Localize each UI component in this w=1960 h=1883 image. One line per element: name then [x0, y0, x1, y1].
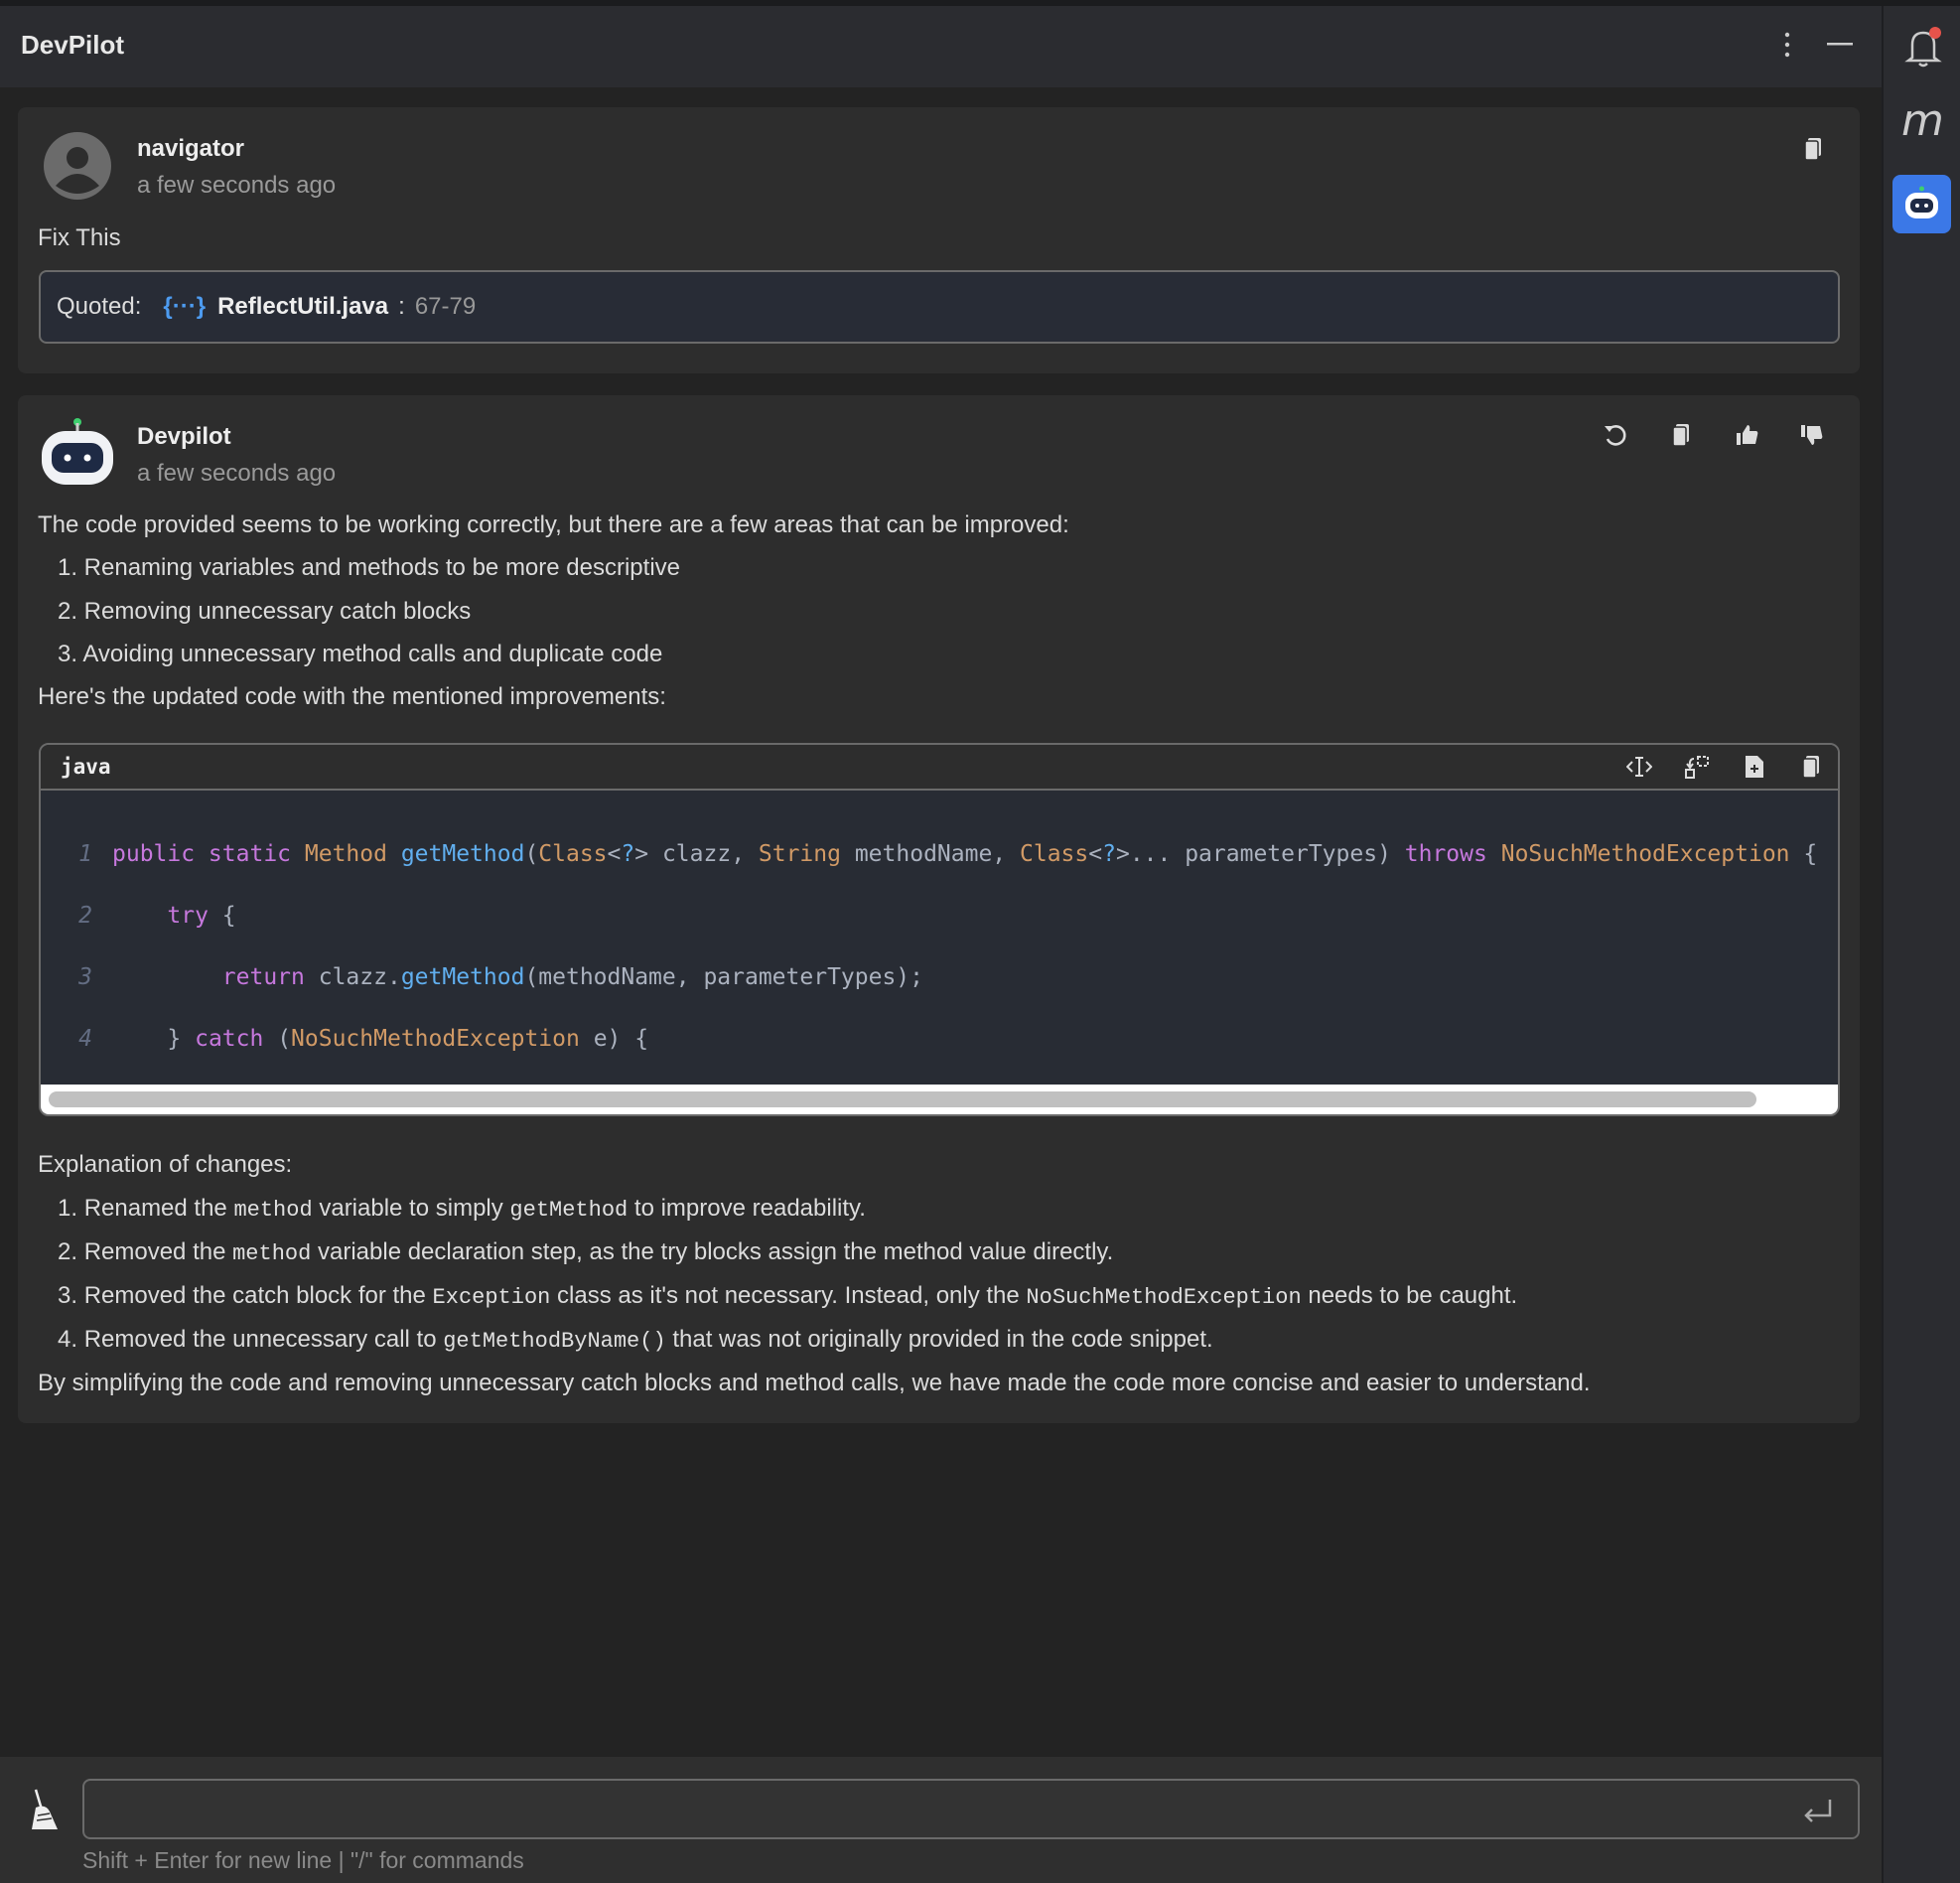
quoted-file-name[interactable]: ReflectUtil.java	[217, 293, 388, 321]
improvement-item: 1. Renaming variables and methods to be …	[58, 554, 680, 581]
explanation-item: 1. Renamed the method variable to simply…	[58, 1195, 866, 1223]
inline-code: method	[233, 1198, 313, 1223]
inline-code: method	[232, 1241, 312, 1266]
thumbs-up-icon[interactable]	[1736, 423, 1759, 447]
code-content: 1 public static Method getMethod(Class<?>…	[41, 810, 1817, 1114]
user-avatar	[44, 132, 111, 200]
line-number: 4	[78, 1026, 92, 1052]
code-block-header: java	[41, 745, 1838, 791]
item-text: that was not originally provided in the …	[665, 1326, 1213, 1353]
code-line: 1 public static Method getMethod(Class<?>…	[41, 836, 1817, 872]
item-text: variable to simply	[312, 1195, 510, 1222]
item-number: 4.	[58, 1326, 78, 1353]
item-text: class as it's not necessary. Instead, on…	[550, 1282, 1027, 1309]
minimize-icon[interactable]	[1827, 43, 1853, 47]
explanation-item: 4. Removed the unnecessary call to getMe…	[58, 1326, 1213, 1354]
more-options-icon[interactable]	[1779, 30, 1795, 60]
code-block: java 1 public static Method getMethod(Cla…	[39, 743, 1840, 1116]
bot-intro-text: The code provided seems to be working co…	[38, 511, 1069, 538]
item-number: 1.	[58, 1195, 78, 1222]
regenerate-icon[interactable]	[1603, 422, 1628, 448]
copy-icon[interactable]	[1671, 423, 1691, 447]
code-line: 2 try {	[41, 898, 1817, 934]
line-number: 1	[78, 841, 92, 867]
send-enter-icon[interactable]	[1802, 1798, 1834, 1825]
robot-icon	[1905, 186, 1938, 218]
explanation-item: 2. Removed the method variable declarati…	[58, 1238, 1113, 1266]
improvement-item: 2. Removing unnecessary catch blocks	[58, 598, 472, 625]
inline-code: Exception	[432, 1285, 551, 1310]
inline-code: NoSuchMethodException	[1026, 1285, 1302, 1310]
item-number: 3.	[58, 1282, 78, 1309]
clear-chat-broom-icon[interactable]	[28, 1788, 60, 1831]
insert-at-cursor-icon[interactable]	[1626, 755, 1652, 779]
item-text: Removed the catch block for the	[83, 1282, 433, 1309]
code-line: 3 return clazz.getMethod(methodName, par…	[41, 959, 1817, 995]
line-number: 2	[78, 903, 92, 929]
right-tool-sidebar	[1882, 6, 1960, 1883]
item-text: Removed the unnecessary call to	[83, 1326, 444, 1353]
input-hint: Shift + Enter for new line | "/" for com…	[82, 1847, 524, 1873]
explanation-title: Explanation of changes:	[38, 1151, 293, 1178]
tool-window-header	[0, 6, 1882, 87]
quoted-reference[interactable]: Quoted: {···} ReflectUtil.java : 67-79	[39, 270, 1840, 344]
item-number: 2.	[58, 1238, 78, 1265]
chat-input[interactable]	[82, 1779, 1860, 1839]
copy-icon[interactable]	[1803, 137, 1823, 161]
improvement-item: 3. Avoiding unnecessary method calls and…	[58, 641, 663, 667]
quoted-label: Quoted:	[57, 293, 142, 320]
quoted-separator: :	[398, 293, 405, 320]
copy-code-icon[interactable]	[1801, 755, 1821, 779]
line-number: 3	[78, 964, 92, 990]
inline-code: getMethodByName()	[443, 1329, 666, 1354]
window-title: DevPilot	[21, 30, 125, 60]
horizontal-scrollbar[interactable]	[41, 1085, 1838, 1114]
notification-bell-icon[interactable]	[1904, 26, 1944, 68]
code-language-label: java	[61, 755, 111, 779]
devpilot-bot-avatar	[38, 417, 117, 489]
explanation-item: 3. Removed the catch block for the Excep…	[58, 1282, 1517, 1310]
item-text: Renamed the	[83, 1195, 234, 1222]
item-text: to improve readability.	[628, 1195, 866, 1222]
bot-message-time: a few seconds ago	[137, 460, 337, 487]
quoted-line-range: 67-79	[414, 293, 477, 320]
user-message-text: Fix This	[38, 224, 121, 251]
code-lead-text: Here's the updated code with the mention…	[38, 683, 666, 710]
scrollbar-thumb[interactable]	[49, 1091, 1756, 1107]
conclusion-text: By simplifying the code and removing unn…	[38, 1370, 1591, 1396]
inline-code: getMethod	[509, 1198, 629, 1223]
replace-selection-icon[interactable]	[1685, 755, 1711, 781]
code-braces-icon: {···}	[163, 293, 207, 320]
new-file-icon[interactable]	[1745, 755, 1764, 779]
devpilot-sidebar-button[interactable]	[1892, 175, 1951, 233]
item-text: variable declaration step, as the try bl…	[311, 1238, 1114, 1265]
m-plugin-icon[interactable]: m	[1901, 95, 1944, 146]
item-text: needs to be caught.	[1301, 1282, 1518, 1309]
bot-author-name: Devpilot	[137, 423, 231, 450]
user-message-time: a few seconds ago	[137, 172, 337, 199]
code-line: 4 } catch (NoSuchMethodException e) {	[41, 1021, 1817, 1057]
item-text: Removed the	[83, 1238, 233, 1265]
user-author-name: navigator	[137, 135, 245, 162]
thumbs-down-icon[interactable]	[1800, 423, 1824, 447]
